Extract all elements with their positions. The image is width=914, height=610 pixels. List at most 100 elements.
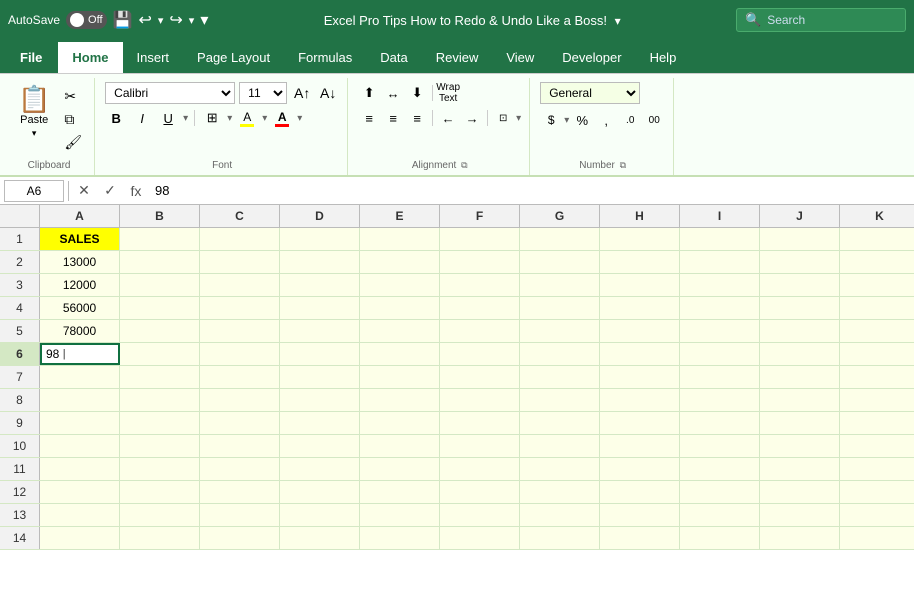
cell-d7[interactable] xyxy=(280,366,360,388)
cell-h2[interactable] xyxy=(600,251,680,273)
cell-a4[interactable]: 56000 xyxy=(40,297,120,319)
cell-e3[interactable] xyxy=(360,274,440,296)
cell-a7[interactable] xyxy=(40,366,120,388)
cell-d6[interactable] xyxy=(280,343,360,365)
cell-g1[interactable] xyxy=(520,228,600,250)
cell-f9[interactable] xyxy=(440,412,520,434)
cell-c9[interactable] xyxy=(200,412,280,434)
cell-j11[interactable] xyxy=(760,458,840,480)
cell-d3[interactable] xyxy=(280,274,360,296)
cell-g10[interactable] xyxy=(520,435,600,457)
cell-h4[interactable] xyxy=(600,297,680,319)
cell-i5[interactable] xyxy=(680,320,760,342)
cell-j5[interactable] xyxy=(760,320,840,342)
cell-k3[interactable] xyxy=(840,274,914,296)
cell-h7[interactable] xyxy=(600,366,680,388)
cell-f2[interactable] xyxy=(440,251,520,273)
cell-e7[interactable] xyxy=(360,366,440,388)
cell-d14[interactable] xyxy=(280,527,360,549)
tab-insert[interactable]: Insert xyxy=(123,40,184,73)
align-middle-button[interactable]: ↔ xyxy=(382,82,404,104)
cell-d5[interactable] xyxy=(280,320,360,342)
cell-a13[interactable] xyxy=(40,504,120,526)
cell-a14[interactable] xyxy=(40,527,120,549)
cell-c2[interactable] xyxy=(200,251,280,273)
col-header-h[interactable]: H xyxy=(600,205,680,227)
cell-j7[interactable] xyxy=(760,366,840,388)
merge-center-button[interactable]: ⊡ xyxy=(492,107,514,129)
col-header-a[interactable]: A xyxy=(40,205,120,227)
number-expand-icon[interactable]: ⧉ xyxy=(620,160,626,170)
cell-j3[interactable] xyxy=(760,274,840,296)
cell-e1[interactable] xyxy=(360,228,440,250)
cell-f4[interactable] xyxy=(440,297,520,319)
cell-k9[interactable] xyxy=(840,412,914,434)
cell-i6[interactable] xyxy=(680,343,760,365)
indent-left-button[interactable]: ← xyxy=(437,107,459,129)
cell-f6[interactable] xyxy=(440,343,520,365)
undo-dropdown-icon[interactable]: ▾ xyxy=(158,14,164,27)
cell-f13[interactable] xyxy=(440,504,520,526)
increase-font-button[interactable]: A↑ xyxy=(291,82,313,104)
cell-k14[interactable] xyxy=(840,527,914,549)
search-box[interactable]: 🔍 xyxy=(736,8,906,32)
cell-i10[interactable] xyxy=(680,435,760,457)
save-icon[interactable]: 💾 xyxy=(113,10,133,30)
cell-k6[interactable] xyxy=(840,343,914,365)
tab-review[interactable]: Review xyxy=(422,40,493,73)
cell-e13[interactable] xyxy=(360,504,440,526)
cell-g6[interactable] xyxy=(520,343,600,365)
cell-g7[interactable] xyxy=(520,366,600,388)
tab-data[interactable]: Data xyxy=(366,40,421,73)
cell-a1[interactable]: SALES xyxy=(40,228,120,250)
search-input[interactable] xyxy=(767,13,887,27)
cell-j1[interactable] xyxy=(760,228,840,250)
italic-button[interactable]: I xyxy=(131,107,153,129)
cell-reference-box[interactable] xyxy=(4,180,64,202)
cell-g3[interactable] xyxy=(520,274,600,296)
cell-c13[interactable] xyxy=(200,504,280,526)
cell-g13[interactable] xyxy=(520,504,600,526)
cell-f1[interactable] xyxy=(440,228,520,250)
cell-a6[interactable]: 98 | xyxy=(40,343,120,365)
cell-d12[interactable] xyxy=(280,481,360,503)
paste-dropdown-icon[interactable]: ▾ xyxy=(32,128,37,139)
cut-button[interactable]: ✂ xyxy=(60,86,86,107)
cell-e14[interactable] xyxy=(360,527,440,549)
cell-b10[interactable] xyxy=(120,435,200,457)
font-size-select[interactable]: 11 xyxy=(239,82,287,104)
col-header-k[interactable]: K xyxy=(840,205,914,227)
cell-d13[interactable] xyxy=(280,504,360,526)
cell-i14[interactable] xyxy=(680,527,760,549)
cell-a10[interactable] xyxy=(40,435,120,457)
tab-home[interactable]: Home xyxy=(58,40,122,73)
col-header-i[interactable]: I xyxy=(680,205,760,227)
copy-button[interactable]: ⧉ xyxy=(60,109,86,130)
cell-c14[interactable] xyxy=(200,527,280,549)
decrease-decimal-button[interactable]: 00 xyxy=(643,109,665,131)
underline-dropdown[interactable]: ▾ xyxy=(183,113,188,124)
cell-a5[interactable]: 78000 xyxy=(40,320,120,342)
cell-e6[interactable] xyxy=(360,343,440,365)
cell-a3[interactable]: 12000 xyxy=(40,274,120,296)
currency-button[interactable]: $ xyxy=(540,109,562,131)
cell-f10[interactable] xyxy=(440,435,520,457)
cell-e9[interactable] xyxy=(360,412,440,434)
alignment-expand-icon[interactable]: ⧉ xyxy=(461,160,467,170)
cell-b4[interactable] xyxy=(120,297,200,319)
decrease-font-button[interactable]: A↓ xyxy=(317,82,339,104)
cell-h6[interactable] xyxy=(600,343,680,365)
cell-f11[interactable] xyxy=(440,458,520,480)
cell-k4[interactable] xyxy=(840,297,914,319)
merge-dropdown[interactable]: ▾ xyxy=(516,113,521,124)
cell-k8[interactable] xyxy=(840,389,914,411)
wrap-text-button[interactable]: Wrap Text xyxy=(437,82,459,104)
number-format-select[interactable]: General xyxy=(540,82,640,104)
cell-d10[interactable] xyxy=(280,435,360,457)
cell-c4[interactable] xyxy=(200,297,280,319)
cell-f14[interactable] xyxy=(440,527,520,549)
cell-h5[interactable] xyxy=(600,320,680,342)
cell-g14[interactable] xyxy=(520,527,600,549)
autosave-toggle[interactable]: Off xyxy=(66,11,106,29)
comma-button[interactable]: , xyxy=(595,109,617,131)
